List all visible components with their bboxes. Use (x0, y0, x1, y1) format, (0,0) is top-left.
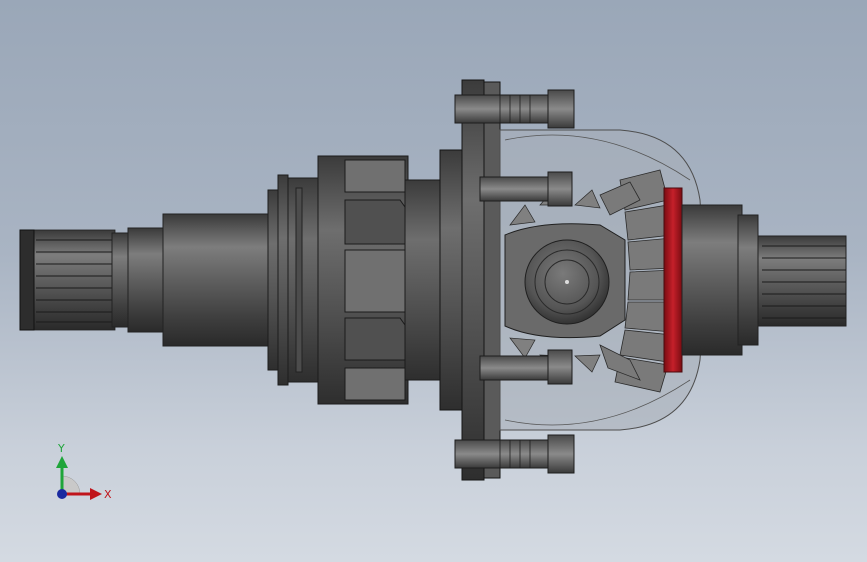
flange-bolt-bottom[interactable] (454, 434, 575, 474)
graphics-viewport[interactable]: Y X (0, 0, 867, 562)
shaft-collar-rings[interactable] (267, 174, 319, 386)
differential-assembly-model[interactable] (0, 0, 867, 562)
pinion-carrier[interactable] (504, 223, 626, 339)
clutch-hub[interactable] (317, 155, 446, 405)
y-axis-label: Y (57, 442, 65, 455)
red-seal-ring[interactable] (663, 187, 683, 373)
flange-plate[interactable] (439, 79, 501, 481)
flange-bolt-top[interactable] (454, 89, 575, 129)
left-spline-shaft[interactable] (19, 229, 131, 331)
x-axis-label: X (104, 488, 112, 501)
coordinate-triad: Y X (56, 442, 112, 501)
main-shaft[interactable] (127, 213, 274, 347)
flange-bolt-upper-mid[interactable] (479, 171, 573, 207)
z-axis-dot (57, 489, 67, 499)
right-output-shaft[interactable] (681, 204, 847, 356)
